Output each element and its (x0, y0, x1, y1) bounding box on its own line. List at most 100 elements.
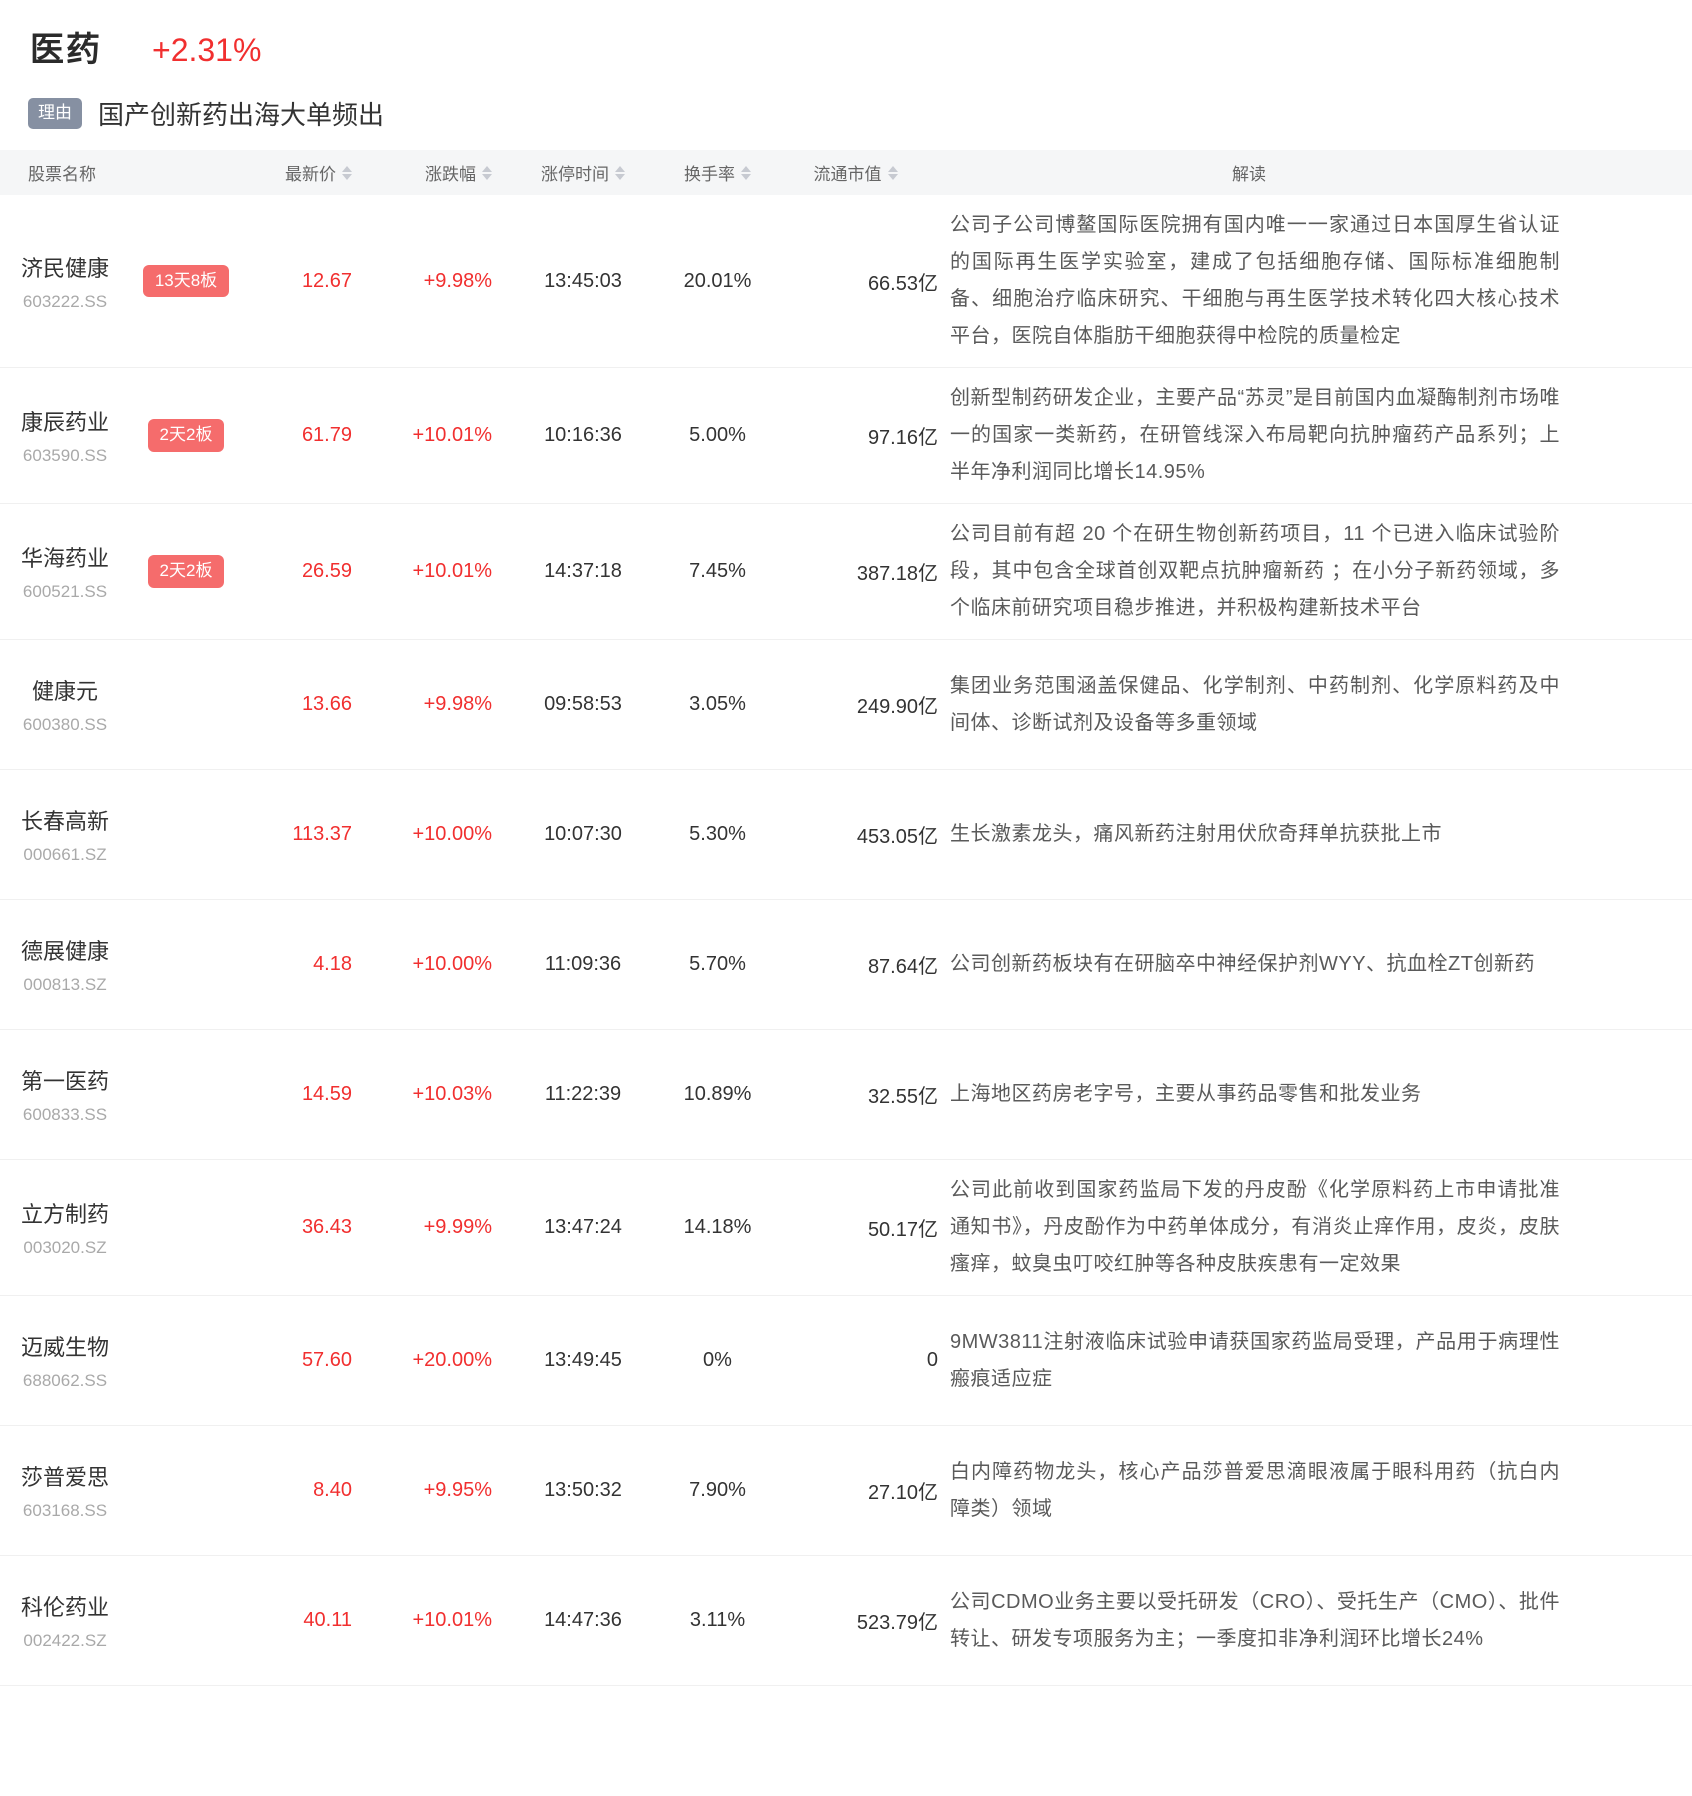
table-row[interactable]: 科伦药业002422.SZ40.11+10.01%14:47:363.11%52… (0, 1556, 1692, 1686)
stock-code: 603168.SS (0, 1501, 130, 1521)
stock-name[interactable]: 德展健康 (0, 934, 130, 966)
reason-badge: 理由 (28, 98, 82, 128)
stock-code: 000661.SZ (0, 845, 130, 865)
market-cap: 66.53亿 (773, 267, 938, 296)
stock-name[interactable]: 莎普爱思 (0, 1460, 130, 1492)
interpretation: 公司目前有超 20 个在研生物创新药项目，11 个已进入临床试验阶段，其中包含全… (938, 516, 1692, 627)
limit-up-badge: 13天8板 (143, 265, 229, 297)
stock-name-cell[interactable]: 莎普爱思 603168.SS (0, 1460, 130, 1521)
interpretation: 集团业务范围涵盖保健品、化学制剂、中药制剂、化学原料药及中间体、诊断试剂及设备等… (938, 668, 1692, 742)
stock-name[interactable]: 华海药业 (0, 541, 130, 573)
latest-price: 4.18 (242, 953, 358, 976)
stock-code: 600833.SS (0, 1105, 130, 1125)
change-percent: +10.01% (358, 424, 498, 447)
stock-name-cell[interactable]: 第一医药 600833.SS (0, 1064, 130, 1125)
stock-name-cell[interactable]: 迈威生物688062.SS (0, 1330, 130, 1391)
latest-price: 14.59 (242, 1083, 358, 1106)
bottom-spacer (0, 1686, 1692, 1796)
column-header-pct[interactable]: 涨跌幅 (358, 160, 498, 185)
change-percent: +9.98% (358, 270, 498, 293)
table-row[interactable]: 济民健康603222.SS13天8板12.67+9.98%13:45:0320.… (0, 195, 1692, 368)
sort-icon[interactable] (741, 166, 751, 180)
stock-code: 603590.SS (0, 446, 130, 466)
table-row[interactable]: 德展健康000813.SZ4.18+10.00%11:09:365.70%87.… (0, 900, 1692, 1030)
market-cap: 0 (773, 1349, 938, 1372)
column-header-name: 股票名称 (0, 160, 242, 185)
column-label: 换手率 (684, 160, 735, 185)
latest-price: 40.11 (242, 1609, 358, 1632)
limit-up-time: 11:09:36 (498, 953, 648, 976)
stock-name-cell[interactable]: 立方制药 003020.SZ (0, 1197, 130, 1258)
limit-up-time: 13:45:03 (498, 270, 648, 293)
interpretation: 生长激素龙头，痛风新药注射用伏欣奇拜单抗获批上市 (938, 816, 1692, 853)
limit-up-badge: 2天2板 (148, 419, 225, 451)
stock-name[interactable]: 康辰药业 (0, 405, 130, 437)
change-percent: +20.00% (358, 1349, 498, 1372)
stock-name[interactable]: 迈威生物 (0, 1330, 130, 1362)
stock-code: 003020.SZ (0, 1238, 130, 1258)
turnover-rate: 10.89% (648, 1083, 773, 1106)
turnover-rate: 3.11% (648, 1609, 773, 1632)
latest-price: 113.37 (242, 823, 358, 846)
stock-name-cell[interactable]: 德展健康 000813.SZ (0, 934, 130, 995)
stock-name[interactable]: 长春高新 (0, 804, 130, 836)
sort-icon[interactable] (342, 166, 352, 180)
column-header-turnover[interactable]: 换手率 (648, 160, 773, 185)
limit-up-time: 11:22:39 (498, 1083, 648, 1106)
table-row[interactable]: 华海药业600521.SS2天2板26.59+10.01%14:37:187.4… (0, 504, 1692, 640)
latest-price: 12.67 (242, 270, 358, 293)
turnover-rate: 3.05% (648, 693, 773, 716)
market-cap: 249.90亿 (773, 690, 938, 719)
sort-icon[interactable] (615, 166, 625, 180)
stock-name-cell[interactable]: 华海药业600521.SS (0, 541, 130, 602)
latest-price: 8.40 (242, 1479, 358, 1502)
table-row[interactable]: 长春高新000661.SZ113.37+10.00%10:07:305.30%4… (0, 770, 1692, 900)
table-row[interactable]: 第一医药600833.SS14.59+10.03%11:22:3910.89%3… (0, 1030, 1692, 1160)
interpretation: 白内障药物龙头，核心产品莎普爱思滴眼液属于眼科用药（抗白内障类）领域 (938, 1454, 1692, 1528)
latest-price: 61.79 (242, 424, 358, 447)
sort-icon[interactable] (482, 166, 492, 180)
stock-code: 000813.SZ (0, 975, 130, 995)
column-header-price[interactable]: 最新价 (242, 160, 358, 185)
limit-up-time: 13:50:32 (498, 1479, 648, 1502)
limit-up-badge: 2天2板 (148, 555, 225, 587)
interpretation: 创新型制药研发企业，主要产品“苏灵”是目前国内血凝酶制剂市场唯一的国家一类新药，… (938, 380, 1692, 491)
stock-table: 股票名称最新价涨跌幅涨停时间 换手率 流通市值 解读 济民健康 603222.SS 13天… (0, 150, 1692, 1686)
limit-up-time: 13:49:45 (498, 1349, 648, 1372)
stock-name-cell[interactable]: 长春高新 000661.SZ (0, 804, 130, 865)
stock-name-cell[interactable]: 康辰药业 603590.SS (0, 405, 130, 466)
stock-name-cell[interactable]: 济民健康 603222.SS (0, 251, 130, 312)
limit-up-time: 13:47:24 (498, 1216, 648, 1239)
table-row[interactable]: 健康元600380.SS13.66+9.98%09:58:533.05%249.… (0, 640, 1692, 770)
column-label: 解读 (1232, 160, 1266, 185)
table-row[interactable]: 迈威生物688062.SS57.60+20.00%13:49:450%09MW3… (0, 1296, 1692, 1426)
interpretation: 公司CDMO业务主要以受托研发（CRO）、受托生产（CMO）、批件转让、研发专项… (938, 1584, 1692, 1658)
change-percent: +10.00% (358, 823, 498, 846)
market-cap: 87.64亿 (773, 950, 938, 979)
table-row[interactable]: 立方制药003020.SZ36.43+9.99%13:47:2414.18%50… (0, 1160, 1692, 1296)
badge-cell: 2天2板 (130, 419, 242, 451)
table-header-row: 股票名称最新价涨跌幅涨停时间 换手率 流通市值 解读 (0, 150, 1692, 195)
stock-code: 603222.SS (0, 292, 130, 312)
turnover-rate: 7.45% (648, 560, 773, 583)
stock-name-cell[interactable]: 科伦药业 002422.SZ (0, 1590, 130, 1651)
stock-name[interactable]: 第一医药 (0, 1064, 130, 1096)
stock-code: 002422.SZ (0, 1631, 130, 1651)
table-row[interactable]: 莎普爱思603168.SS8.40+9.95%13:50:327.90%27.1… (0, 1426, 1692, 1556)
stock-name[interactable]: 济民健康 (0, 251, 130, 283)
sort-icon[interactable] (888, 166, 898, 180)
limit-up-time: 14:37:18 (498, 560, 648, 583)
column-header-mcap[interactable]: 流通市值 (773, 160, 938, 185)
stock-name-cell[interactable]: 健康元600380.SS (0, 674, 130, 735)
latest-price: 36.43 (242, 1216, 358, 1239)
limit-up-time: 10:07:30 (498, 823, 648, 846)
column-header-time[interactable]: 涨停时间 (498, 160, 648, 185)
sector-change: +2.31% (152, 32, 261, 69)
table-row[interactable]: 康辰药业603590.SS2天2板61.79+10.01%10:16:365.0… (0, 368, 1692, 504)
stock-name[interactable]: 健康元 (0, 674, 130, 706)
turnover-rate: 5.70% (648, 953, 773, 976)
badge-cell: 13天8板 (130, 265, 242, 297)
market-cap: 453.05亿 (773, 820, 938, 849)
stock-name[interactable]: 立方制药 (0, 1197, 130, 1229)
stock-name[interactable]: 科伦药业 (0, 1590, 130, 1622)
